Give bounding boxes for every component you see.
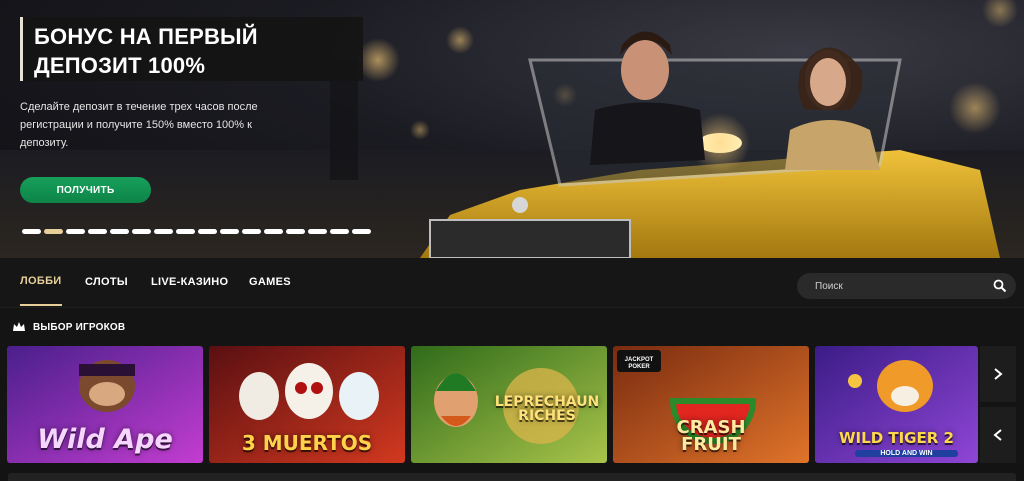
slider-dot[interactable] <box>242 229 261 234</box>
players-choice-header: ВЫБОР ИГРОКОВ <box>0 308 1024 346</box>
get-bonus-button[interactable]: ПОЛУЧИТЬ <box>20 177 151 203</box>
carousel-prev-button[interactable] <box>980 407 1016 463</box>
slider-dot[interactable] <box>264 229 283 234</box>
category-navbar: ЛОББИ СЛОТЫ LIVE-КАЗИНО GAMES <box>0 258 1024 308</box>
chevron-left-icon <box>993 429 1002 441</box>
slider-dot[interactable] <box>286 229 305 234</box>
slider-dot[interactable] <box>308 229 327 234</box>
promo-title-box: БОНУС НА ПЕРВЫЙ ДЕПОЗИТ 100% <box>20 17 363 81</box>
carousel-next-button[interactable] <box>980 346 1016 402</box>
game-title: CRASH FRUIT <box>613 418 809 455</box>
promo-banner[interactable]: БОНУС НА ПЕРВЫЙ ДЕПОЗИТ 100% Сделайте де… <box>0 0 1024 258</box>
game-title-line: RICHES <box>518 407 576 424</box>
search-icon[interactable] <box>993 279 1007 293</box>
search-box[interactable] <box>797 273 1016 299</box>
game-card-leprechaun-riches[interactable]: LEPRECHAUN RICHES <box>411 346 607 463</box>
slider-dot[interactable] <box>154 229 173 234</box>
slider-dot[interactable] <box>330 229 349 234</box>
slider-dot[interactable] <box>132 229 151 234</box>
jackpot-poker-badge: JACKPOT POKER <box>624 357 654 370</box>
game-title: WILD TIGER 2 <box>839 428 954 447</box>
game-title: Wild Ape <box>7 424 203 456</box>
game-title-line: FRUIT <box>681 433 741 455</box>
slider-dot[interactable] <box>220 229 239 234</box>
game-card-crash-fruit[interactable]: JACKPOT POKER CRASH FRUIT <box>613 346 809 463</box>
tab-lobby[interactable]: ЛОББИ <box>20 258 62 306</box>
game-title-line: Ape <box>114 424 173 456</box>
game-subtitle: HOLD AND WIN <box>855 450 958 457</box>
game-card-wild-tiger-2[interactable]: WILD TIGER 2 HOLD AND WIN <box>815 346 978 463</box>
slider-dot[interactable] <box>66 229 85 234</box>
slider-dot[interactable] <box>176 229 195 234</box>
section-title: ВЫБОР ИГРОКОВ <box>33 322 126 333</box>
game-title-line: Wild <box>37 424 105 456</box>
slider-dot[interactable] <box>198 229 217 234</box>
games-carousel: Wild Ape 3 MUERTOS LEPRECHAUN RICHES JAC… <box>0 346 1024 463</box>
tab-slots[interactable]: СЛОТЫ <box>85 258 128 306</box>
slider-pagination <box>22 229 371 234</box>
game-card-wild-ape[interactable]: Wild Ape <box>7 346 203 463</box>
promo-title: БОНУС НА ПЕРВЫЙ ДЕПОЗИТ 100% <box>34 24 258 78</box>
tab-games[interactable]: GAMES <box>249 258 291 306</box>
game-title: 3 MUERTOS <box>241 431 373 455</box>
tab-live-casino[interactable]: LIVE-КАЗИНО <box>151 258 228 306</box>
promo-description: Сделайте депозит в течение трех часов по… <box>20 101 258 149</box>
game-card-3-muertos[interactable]: 3 MUERTOS <box>209 346 405 463</box>
slider-dot[interactable] <box>88 229 107 234</box>
game-title: LEPRECHAUN RICHES <box>491 395 603 424</box>
chevron-right-icon <box>994 368 1003 380</box>
crown-icon <box>13 322 25 331</box>
slider-dot[interactable] <box>352 229 371 234</box>
slider-dot[interactable] <box>44 229 63 234</box>
next-section-edge <box>0 463 1024 481</box>
slider-dot[interactable] <box>22 229 41 234</box>
search-input[interactable] <box>797 273 987 299</box>
slider-dot[interactable] <box>110 229 129 234</box>
